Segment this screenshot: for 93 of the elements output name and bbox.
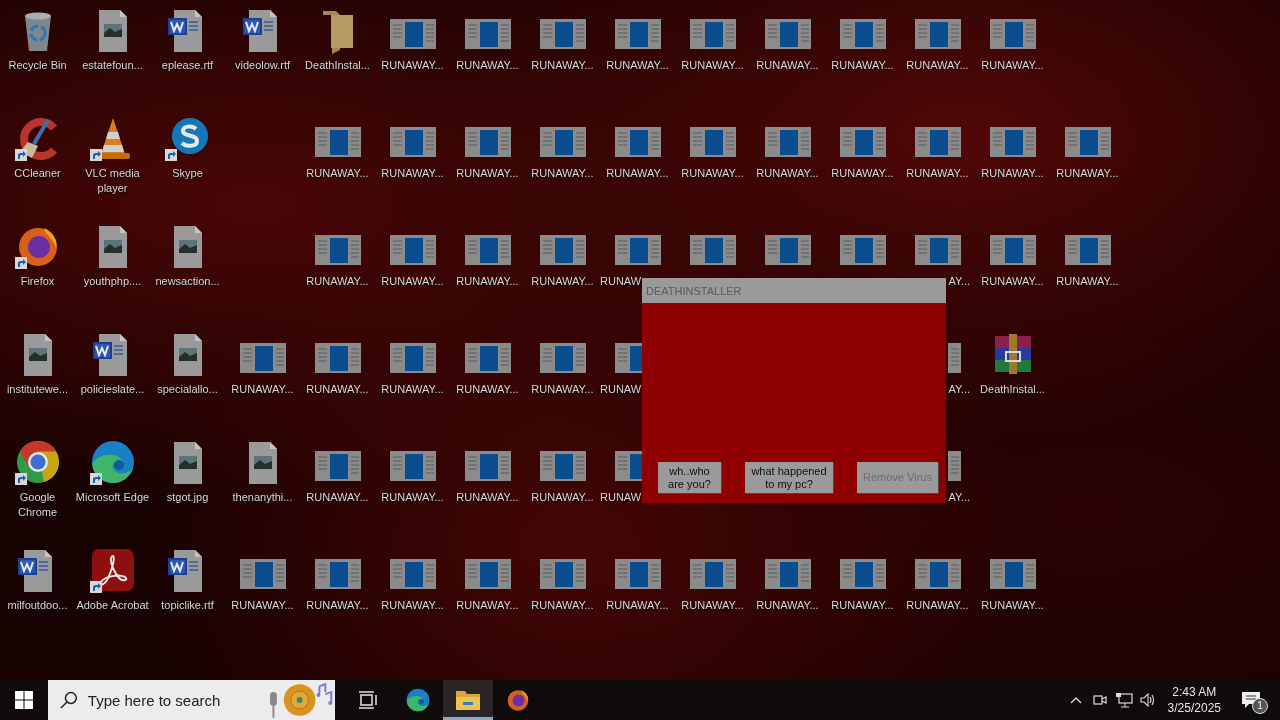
icon-label: stgot.jpg — [165, 490, 210, 505]
task-view-icon — [357, 689, 379, 711]
icon-label: RUNAWAY... — [905, 58, 970, 73]
icon-label: RUNAWAY... — [455, 166, 520, 181]
icon-label: AY... — [947, 382, 971, 397]
icon-label: RUNAWAY... — [455, 598, 520, 613]
icon-label: RUNAWAY... — [1055, 274, 1120, 289]
icon-label: Microsoft Edge — [75, 490, 150, 505]
folder-icon — [455, 688, 481, 712]
icon-label: RUNAWAY... — [605, 166, 670, 181]
icon-label: eplease.rtf — [160, 58, 215, 73]
icon-label: RUNAWAY... — [980, 598, 1045, 613]
icon-label: RUNAWAY... — [830, 58, 895, 73]
icon-label: RUNAWAY... — [530, 166, 595, 181]
icon-label: specialallo... — [156, 382, 219, 397]
icon-label: DeathInstal... — [304, 58, 371, 73]
icon-label: RUNAWAY... — [380, 58, 445, 73]
icon-label: RUNAWAY... — [830, 166, 895, 181]
icon-label: thenanythi... — [231, 490, 294, 505]
notification-button[interactable]: 1 — [1229, 680, 1273, 720]
icon-label: RUNAWAY... — [1055, 166, 1120, 181]
search-field[interactable]: Type here to search — [85, 690, 260, 710]
icon-label: RUNAW — [600, 274, 643, 289]
dialog-button[interactable]: what happened to my pc? — [745, 462, 833, 493]
icon-label: videolow.rtf — [234, 58, 291, 73]
icon-label: RUNAWAY... — [905, 598, 970, 613]
icon-label: AY... — [947, 274, 971, 289]
icon-label: RUNAWAY... — [305, 382, 370, 397]
icon-label: RUNAWAY... — [530, 58, 595, 73]
icon-label: RUNAWAY... — [305, 274, 370, 289]
icon-label: RUNAWAY... — [980, 58, 1045, 73]
icon-label: RUNAWAY... — [380, 274, 445, 289]
icon-label: RUNAWAY... — [530, 598, 595, 613]
icon-label: AY... — [947, 490, 971, 505]
edge-icon[interactable] — [88, 438, 137, 486]
icon-label: RUNAWAY... — [455, 58, 520, 73]
icon-label: VLC media player — [84, 166, 141, 196]
firefox-icon — [505, 687, 531, 713]
icon-label: RUNAWAY... — [980, 274, 1045, 289]
icon-label: estatefoun... — [81, 58, 144, 73]
icon-label: Recycle Bin — [7, 58, 68, 73]
icon-label: RUNAWAY... — [455, 490, 520, 505]
search-icon — [60, 691, 78, 709]
icon-label: newsaction... — [154, 274, 221, 289]
icon-label: RUNAWAY... — [980, 166, 1045, 181]
icon-label: institutewe... — [5, 382, 70, 397]
icon-label: RUNAWAY... — [305, 166, 370, 181]
icon-label: RUNAWAY... — [755, 58, 820, 73]
icon-label: RUNAWAY... — [680, 58, 745, 73]
icon-label: RUNAW — [600, 490, 643, 505]
icon-label: RUNAWAY... — [905, 166, 970, 181]
icon-label: DeathInstal... — [979, 382, 1046, 397]
icon-label: RUNAWAY... — [605, 58, 670, 73]
icon-label: RUNAWAY... — [455, 274, 520, 289]
icon-label: RUNAWAY... — [230, 598, 295, 613]
icon-label: Adobe Acrobat — [75, 598, 150, 613]
icon-label: RUNAWAY... — [305, 598, 370, 613]
icon-label: RUNAWAY... — [605, 598, 670, 613]
icon-label: RUNAWAY... — [530, 490, 595, 505]
icon-label: RUNAWAY... — [380, 166, 445, 181]
acrobat-icon[interactable] — [88, 546, 137, 594]
taskbar-button[interactable] — [443, 680, 493, 720]
icon-label: RUNAWAY... — [380, 490, 445, 505]
icon-label: RUNAWAY... — [305, 490, 370, 505]
icon-label: RUNAWAY... — [380, 598, 445, 613]
icon-label: milfoutdoo... — [6, 598, 69, 613]
icon-label: CCleaner — [13, 166, 62, 181]
icon-label: RUNAWAY... — [380, 382, 445, 397]
icon-label: RUNAWAY... — [830, 598, 895, 613]
icon-label: Firefox — [19, 274, 56, 289]
icon-label: Google Chrome — [16, 490, 59, 520]
edge-icon — [405, 687, 431, 713]
icon-label: RUNAW — [600, 382, 643, 397]
icon-label: RUNAWAY... — [230, 382, 295, 397]
icon-label: RUNAWAY... — [530, 382, 595, 397]
icon-label: RUNAWAY... — [680, 166, 745, 181]
icon-label: youthphp.... — [82, 274, 143, 289]
search-bar[interactable]: Type here to search — [48, 680, 335, 720]
clock[interactable]: 2:43 AM 3/25/2025 — [1159, 684, 1229, 716]
window-title: DEATHINSTALLER — [642, 278, 946, 303]
icon-label: policieslate... — [79, 382, 146, 397]
dialog-button[interactable]: wh..who are you? — [658, 462, 721, 493]
chrome-icon[interactable] — [13, 438, 62, 486]
icon-label: RUNAWAY... — [530, 274, 595, 289]
icon-label: RUNAWAY... — [755, 598, 820, 613]
icon-label: Skype — [171, 166, 204, 181]
windows-logo-icon — [15, 691, 33, 709]
microphone-disc-drawing — [267, 682, 335, 718]
icon-label: RUNAWAY... — [455, 382, 520, 397]
icon-label: topiclike.rtf — [160, 598, 215, 613]
notification-count: 1 — [1252, 698, 1268, 714]
icon-label: RUNAWAY... — [680, 598, 745, 613]
icon-label: RUNAWAY... — [755, 166, 820, 181]
